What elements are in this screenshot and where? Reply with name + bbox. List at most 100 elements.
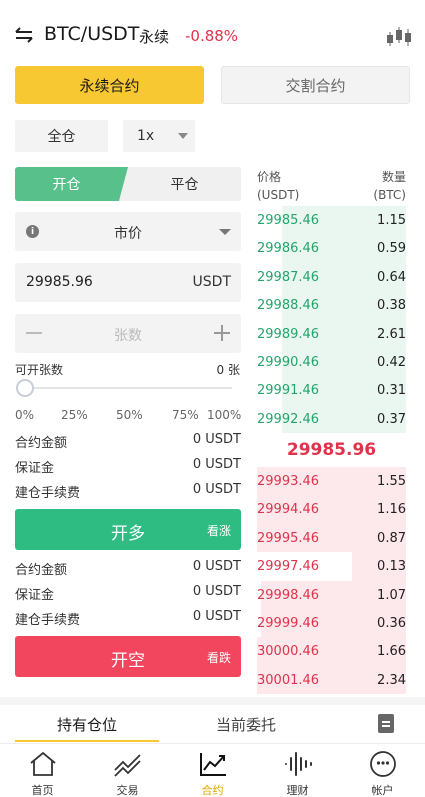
nav-account[interactable]: 帐户 bbox=[340, 744, 425, 797]
bid-row[interactable]: 29992.46 0.37 bbox=[257, 404, 406, 434]
orderbook-qty-header: 数量 (BTC) bbox=[356, 168, 406, 204]
open-fee-value: 0 USDT bbox=[192, 482, 241, 497]
mark-price[interactable]: 29985.96 bbox=[257, 440, 406, 460]
bid-row[interactable]: 29991.46 0.31 bbox=[257, 376, 406, 405]
slider-mark-50[interactable]: 50% bbox=[116, 408, 143, 422]
open-position-tab[interactable]: 开仓 bbox=[15, 167, 128, 201]
order-qty: 2.34 bbox=[377, 672, 406, 688]
amount-slider[interactable] bbox=[22, 387, 232, 389]
swap-arrows-icon[interactable] bbox=[14, 26, 34, 44]
order-qty: 1.66 bbox=[377, 644, 406, 660]
tab-perpetual[interactable]: 永续合约 bbox=[15, 66, 204, 104]
margin-value: 0 USDT bbox=[192, 457, 241, 472]
amount-placeholder: 张数 bbox=[114, 328, 142, 344]
bid-row[interactable]: 29987.46 0.64 bbox=[257, 262, 406, 292]
qty-header-label: 数量 bbox=[381, 170, 406, 184]
order-qty: 0.64 bbox=[377, 269, 406, 285]
nav-label: 交易 bbox=[116, 784, 139, 797]
order-type-select[interactable]: i 市价 bbox=[15, 212, 241, 251]
order-qty: 1.07 bbox=[377, 587, 406, 603]
nav-trade[interactable]: 交易 bbox=[85, 744, 170, 797]
nav-finance[interactable]: 理财 bbox=[255, 744, 340, 797]
ask-row[interactable]: 29993.46 1.55 bbox=[257, 467, 406, 496]
open-short-button[interactable]: 开空 看跌 bbox=[15, 636, 241, 677]
tab-active-indicator bbox=[15, 740, 159, 742]
price-input[interactable]: 29985.96 USDT bbox=[15, 263, 241, 302]
slider-mark-25[interactable]: 25% bbox=[61, 408, 88, 422]
available-value: 0 张 bbox=[216, 363, 240, 377]
nav-home[interactable]: 首页 bbox=[0, 744, 85, 797]
order-price: 29987.46 bbox=[257, 269, 320, 285]
contract-amount-label: 合约金额 bbox=[15, 436, 68, 451]
order-price: 29993.46 bbox=[257, 474, 320, 489]
candlestick-chart-icon[interactable] bbox=[386, 26, 412, 48]
order-price: 29994.46 bbox=[257, 502, 320, 518]
open-long-button[interactable]: 开多 看涨 bbox=[15, 509, 241, 550]
order-price: 29991.46 bbox=[257, 383, 320, 399]
ask-row[interactable]: 29997.46 0.13 bbox=[257, 552, 406, 581]
tab-positions[interactable]: 持有仓位 bbox=[15, 714, 159, 735]
order-qty: 2.61 bbox=[377, 326, 406, 342]
ask-row[interactable]: 30001.46 2.34 bbox=[257, 665, 406, 695]
open-fee-value: 0 USDT bbox=[192, 609, 241, 624]
order-qty: 1.16 bbox=[377, 502, 406, 518]
order-qty: 1.15 bbox=[377, 213, 406, 228]
bid-row[interactable]: 29986.46 0.59 bbox=[257, 234, 406, 263]
price-unit: USDT bbox=[192, 274, 231, 290]
price-header-unit: (USDT) bbox=[257, 188, 300, 202]
chevron-down-icon bbox=[178, 133, 188, 139]
nav-label: 理财 bbox=[286, 784, 309, 797]
bearish-label: 看跌 bbox=[206, 651, 231, 665]
margin-mode-button[interactable]: 全仓 bbox=[15, 120, 108, 152]
contract-amount-value: 0 USDT bbox=[192, 559, 241, 574]
pair-title[interactable]: BTC/USDT bbox=[44, 23, 139, 45]
nav-label: 帐户 bbox=[371, 784, 394, 797]
slider-mark-75[interactable]: 75% bbox=[172, 408, 199, 422]
order-price: 29998.46 bbox=[257, 587, 320, 603]
open-close-toggle: 开仓 平仓 bbox=[15, 167, 241, 201]
order-price: 29997.46 bbox=[257, 559, 320, 575]
ask-row[interactable]: 29995.46 0.87 bbox=[257, 523, 406, 553]
bid-row[interactable]: 29985.46 1.15 bbox=[257, 206, 406, 235]
document-icon[interactable] bbox=[378, 714, 394, 733]
bid-row[interactable]: 29989.46 2.61 bbox=[257, 319, 406, 348]
price-value: 29985.96 bbox=[26, 274, 93, 290]
ask-row[interactable]: 30000.46 1.66 bbox=[257, 637, 406, 666]
home-icon bbox=[30, 751, 56, 776]
slider-thumb[interactable] bbox=[16, 379, 34, 397]
orderbook-price-header: 价格 (USDT) bbox=[257, 168, 299, 204]
section-divider bbox=[0, 697, 425, 705]
ask-row[interactable]: 29998.46 1.07 bbox=[257, 580, 406, 609]
open-fee-label: 建仓手续费 bbox=[15, 613, 81, 628]
contract-chart-icon bbox=[200, 753, 226, 776]
bid-row[interactable]: 29990.46 0.42 bbox=[257, 348, 406, 377]
qty-header-unit: (BTC) bbox=[373, 188, 406, 202]
order-price: 29990.46 bbox=[257, 355, 320, 370]
tab-open-orders[interactable]: 当前委托 bbox=[172, 714, 320, 735]
caret-down-icon bbox=[219, 229, 231, 235]
slider-mark-100[interactable]: 100% bbox=[207, 408, 241, 422]
nav-contract[interactable]: 合约 bbox=[170, 744, 255, 797]
margin-label: 保证金 bbox=[15, 588, 55, 603]
amount-stepper[interactable]: 张数 bbox=[15, 314, 241, 353]
order-price: 29986.46 bbox=[257, 241, 320, 257]
order-qty: 0.38 bbox=[377, 298, 406, 314]
contract-type-label: 永续 bbox=[139, 28, 170, 46]
ask-row[interactable]: 29994.46 1.16 bbox=[257, 495, 406, 524]
ask-row[interactable]: 29999.46 0.36 bbox=[257, 609, 406, 638]
order-qty: 0.59 bbox=[377, 241, 406, 257]
bullish-label: 看涨 bbox=[206, 524, 231, 538]
leverage-value: 1x bbox=[137, 128, 155, 144]
bottom-nav: 首页 交易 合约 理财 帐户 bbox=[0, 743, 425, 797]
finance-wave-icon bbox=[285, 752, 312, 776]
contract-amount-label: 合约金额 bbox=[15, 563, 68, 578]
tab-delivery[interactable]: 交割合约 bbox=[221, 66, 410, 104]
close-position-tab[interactable]: 平仓 bbox=[128, 167, 241, 201]
slider-mark-0[interactable]: 0% bbox=[15, 408, 34, 422]
bid-row[interactable]: 29988.46 0.38 bbox=[257, 291, 406, 320]
trade-chart-icon bbox=[114, 754, 141, 777]
price-header-label: 价格 bbox=[257, 170, 282, 184]
open-fee-label: 建仓手续费 bbox=[15, 486, 81, 501]
order-price: 29992.46 bbox=[257, 411, 320, 427]
position-tabs: 持有仓位 当前委托 bbox=[0, 705, 425, 743]
